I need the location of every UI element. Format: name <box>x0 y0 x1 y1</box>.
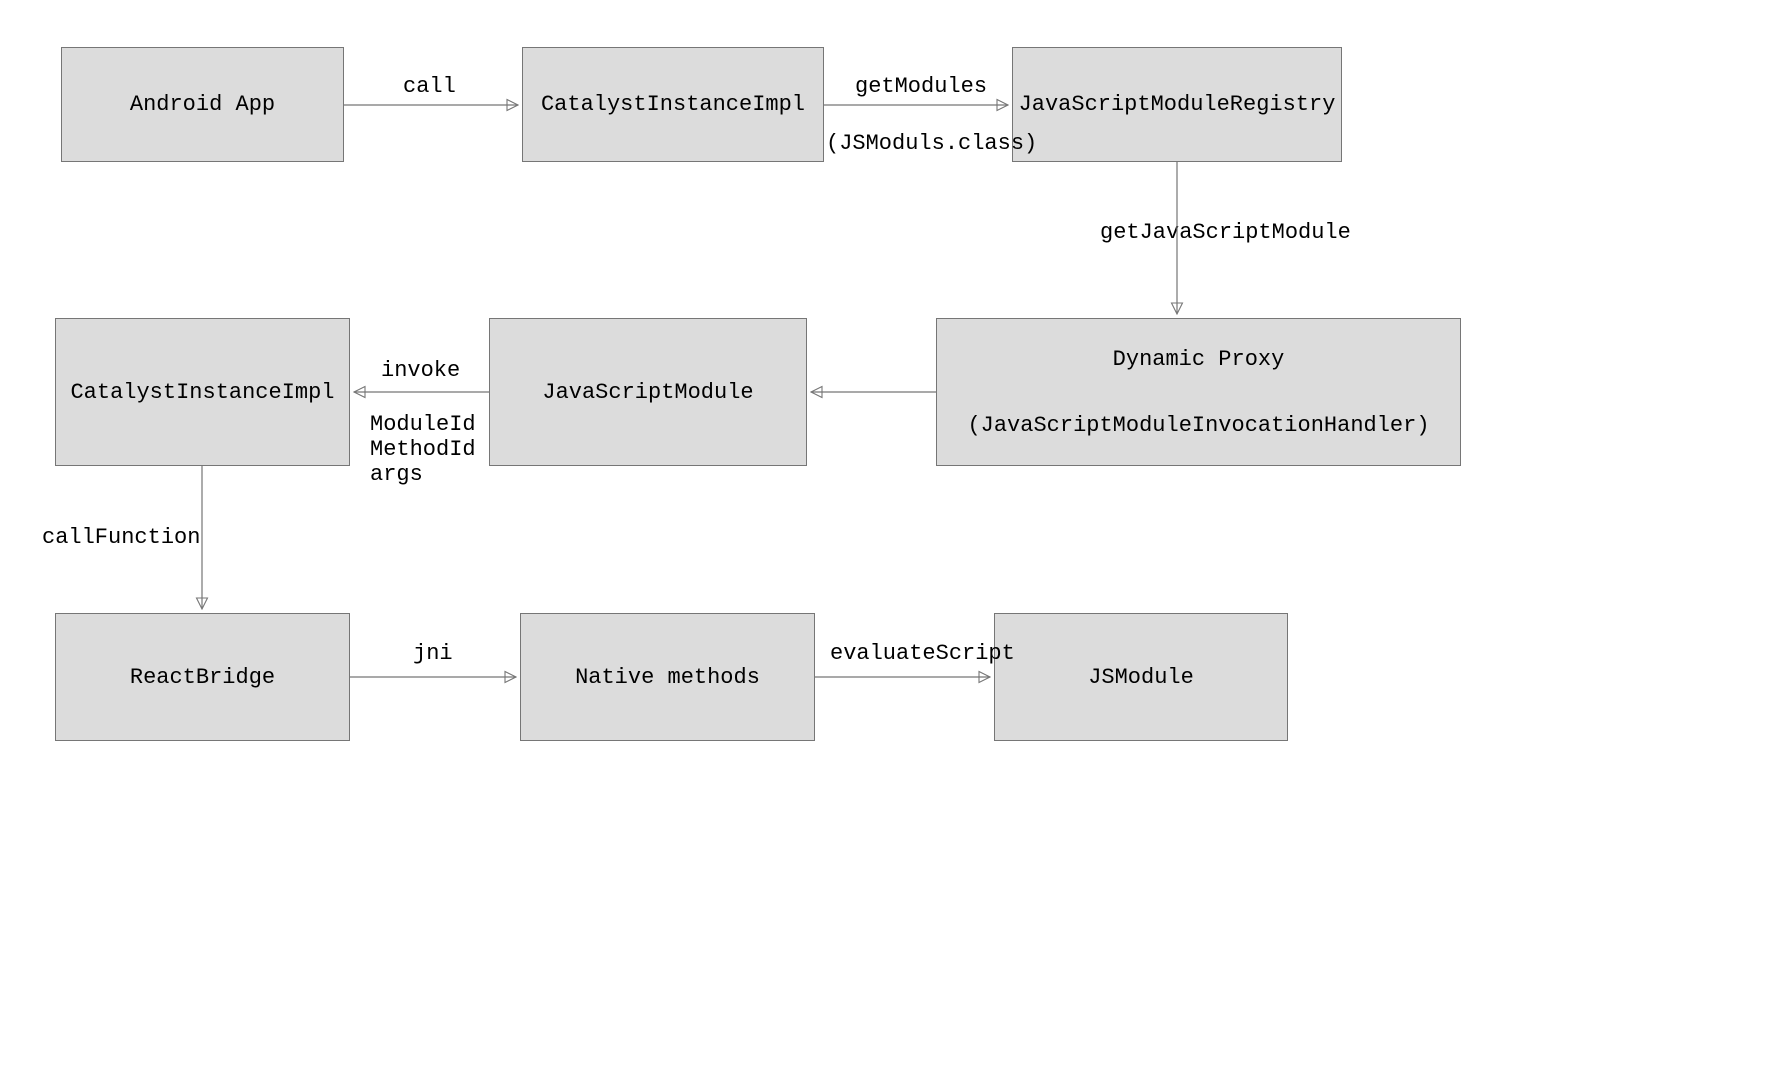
edge-label-call-function: callFunction <box>42 525 200 550</box>
edge-label-get-javascript-module: getJavaScriptModule <box>1100 220 1351 245</box>
node-label: JavaScriptModuleRegistry <box>1019 88 1336 121</box>
node-android-app: Android App <box>61 47 344 162</box>
node-javascript-module: JavaScriptModule <box>489 318 807 466</box>
node-react-bridge: ReactBridge <box>55 613 350 741</box>
edge-label-get-modules-top: getModules <box>855 74 987 99</box>
node-dynamic-proxy: Dynamic Proxy (JavaScriptModuleInvocatio… <box>936 318 1461 466</box>
node-catalyst-instance-1: CatalystInstanceImpl <box>522 47 824 162</box>
node-label: ReactBridge <box>130 661 275 694</box>
edge-label-get-modules-bottom: (JSModuls.class) <box>826 131 1037 156</box>
node-label: CatalystInstanceImpl <box>541 88 805 121</box>
node-label: Dynamic Proxy (JavaScriptModuleInvocatio… <box>967 343 1429 442</box>
node-label: JSModule <box>1088 661 1194 694</box>
node-javascript-module-registry: JavaScriptModuleRegistry <box>1012 47 1342 162</box>
edge-label-evaluate-script: evaluateScript <box>830 641 1015 666</box>
node-native-methods: Native methods <box>520 613 815 741</box>
node-label: JavaScriptModule <box>542 376 753 409</box>
node-js-module: JSModule <box>994 613 1288 741</box>
node-label: Android App <box>130 88 275 121</box>
edge-label-invoke-sub: ModuleId MethodId args <box>370 412 476 487</box>
edge-label-call: call <box>403 74 456 99</box>
edge-label-invoke: invoke <box>381 358 460 383</box>
node-label: Native methods <box>575 661 760 694</box>
node-label: CatalystInstanceImpl <box>70 376 334 409</box>
edge-label-jni: jni <box>413 641 453 666</box>
node-catalyst-instance-2: CatalystInstanceImpl <box>55 318 350 466</box>
